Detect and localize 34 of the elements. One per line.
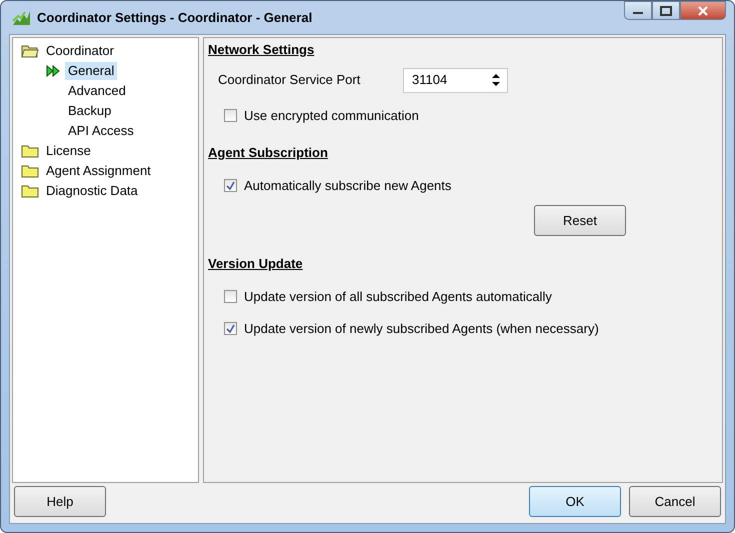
window-title: Coordinator Settings - Coordinator - General [37,8,312,27]
tree-item[interactable]: Diagnostic Data [43,182,141,200]
tree-item[interactable]: Coordinator [43,42,117,60]
tree-item[interactable]: Agent Assignment [43,162,154,180]
close-button[interactable] [680,1,726,20]
field-label: Coordinator Service Port [218,71,362,90]
checkbox-label: Automatically subscribe new Agents [244,176,452,195]
section-heading: Agent Subscription [208,144,328,162]
checkbox[interactable] [224,322,237,336]
minimize-button[interactable] [624,1,652,20]
tree-item[interactable]: API Access [65,122,137,140]
tree-item[interactable]: License [43,142,94,160]
checkbox[interactable] [224,290,237,303]
tree-item[interactable]: General [65,62,118,80]
dialog-button[interactable]: OK [529,486,621,517]
tree-item[interactable]: Advanced [65,82,129,100]
checkbox-label: Update version of newly subscribed Agents (when necessary) [244,320,599,338]
maximize-icon [660,6,672,16]
checkbox[interactable] [224,178,237,192]
app-icon [11,8,31,26]
help-button[interactable]: Help [14,486,106,517]
tree-item[interactable]: Backup [65,102,114,120]
close-icon [697,6,709,16]
reset-button[interactable]: Reset [534,205,626,236]
checkbox-label: Use encrypted communication [244,106,419,125]
port-spinbox[interactable]: 31104 [403,68,508,92]
section-heading: Version Update [208,255,303,273]
maximize-button[interactable] [652,1,680,20]
checkbox-label: Update version of all subscribed Agents automatically [244,288,552,306]
section-heading: Network Settings [208,41,314,59]
checkbox[interactable] [224,108,237,122]
dialog-button[interactable]: Cancel [629,486,721,517]
spin-arrows-icon [491,73,501,87]
play-arrow-icon [45,65,61,77]
